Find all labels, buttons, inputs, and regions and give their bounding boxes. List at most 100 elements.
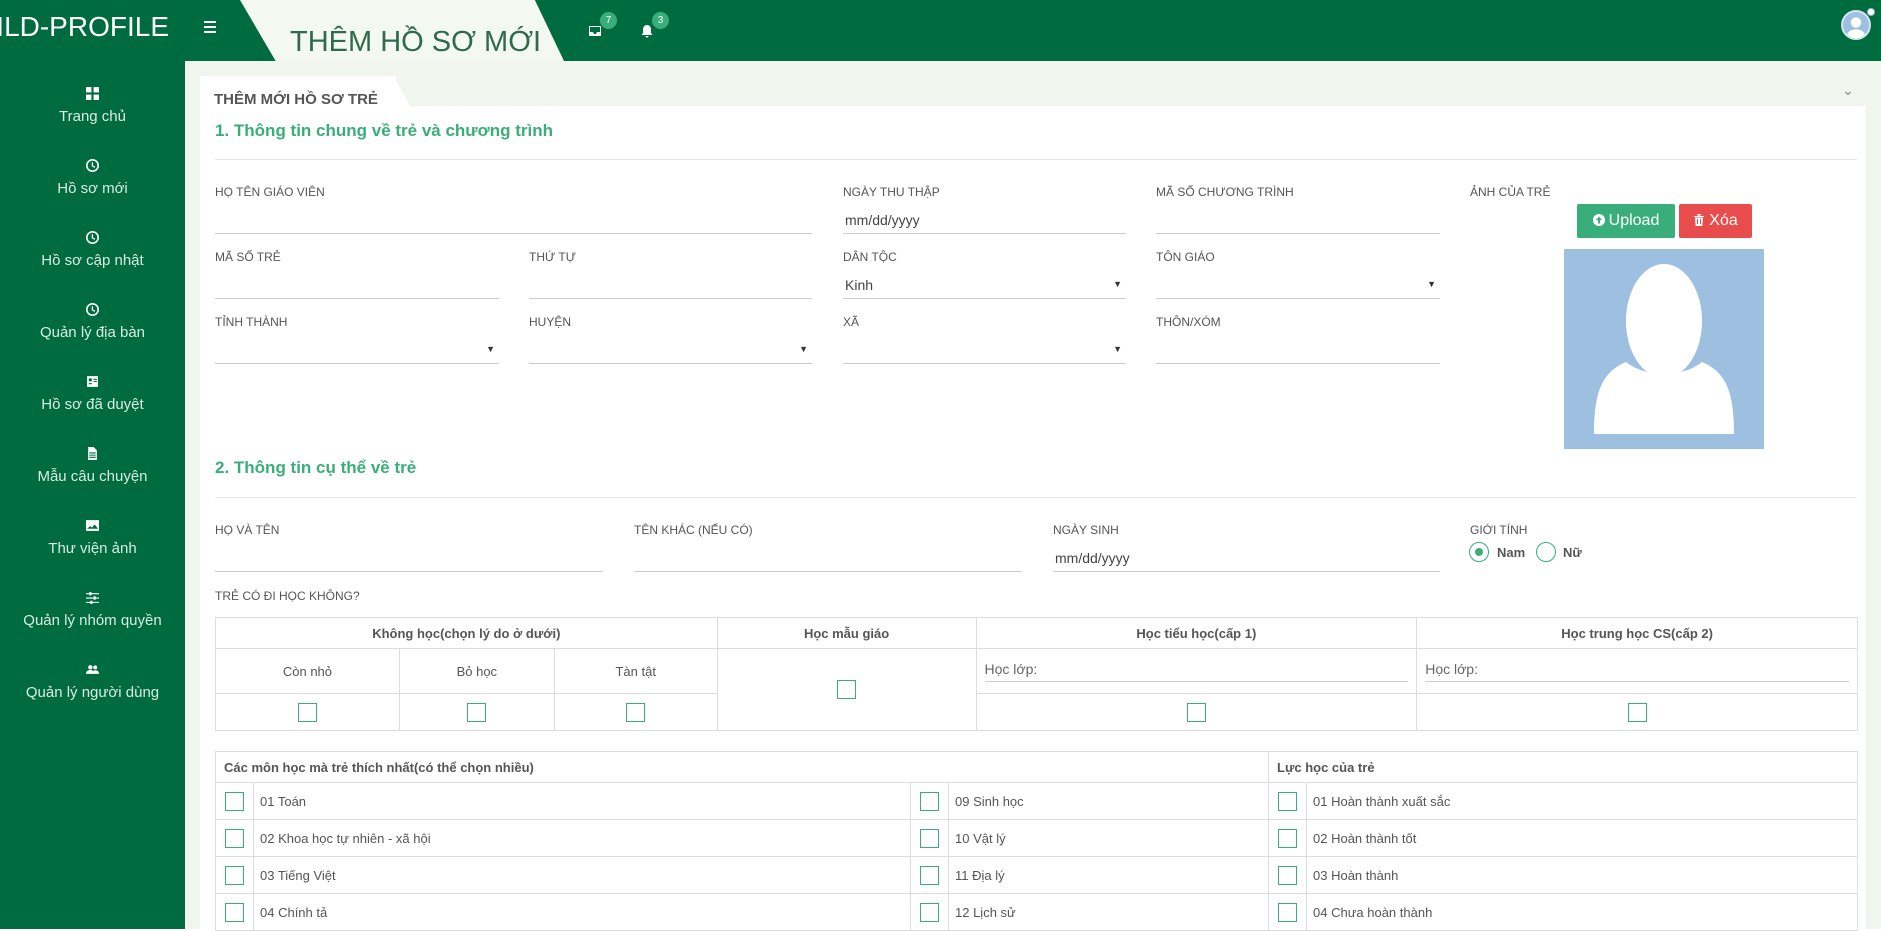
delete-photo-button[interactable]: Xóa — [1679, 204, 1752, 238]
gender-label: Giới tính — [1470, 523, 1528, 537]
dob-label: Ngày sinh — [1053, 523, 1119, 537]
performance-checkbox[interactable] — [1278, 865, 1297, 885]
subject-label: 01 Toán — [253, 782, 911, 820]
reason-young-checkbox[interactable] — [297, 702, 317, 722]
commune-select[interactable] — [843, 338, 1126, 364]
province-select[interactable] — [215, 338, 499, 364]
subject-label: 09 Sinh học — [948, 782, 1269, 820]
subject-label: 10 Vật lý — [948, 819, 1269, 857]
menu-toggle-button[interactable] — [200, 18, 220, 38]
sidebar-item-label: Trang chủ — [59, 108, 126, 125]
school-question-label: Trẻ có đi học không? — [215, 589, 360, 603]
ethnic-select[interactable]: Kinh — [843, 273, 1126, 299]
reason-young-label: Còn nhỏ — [215, 648, 400, 694]
top-navbar: CHILD-PROFILE THÊM HỒ SƠ MỚI 7 3 — [0, 0, 1881, 61]
teacher-name-input[interactable] — [215, 208, 812, 234]
sidebar-item-label: Mẫu câu chuyện — [37, 468, 148, 485]
gender-male-radio[interactable] — [1469, 542, 1489, 562]
sliders-icon — [86, 592, 99, 604]
performance-checkbox[interactable] — [1278, 828, 1297, 848]
upload-button[interactable]: Upload — [1577, 204, 1675, 238]
secondary-grade-input[interactable]: Học lớp: — [1425, 655, 1849, 682]
kindergarten-checkbox[interactable] — [837, 680, 857, 699]
messages-button[interactable]: 7 — [586, 12, 617, 42]
performance-label: 01 Hoàn thành xuất sắc — [1306, 782, 1858, 820]
reason-disabled-label: Tàn tật — [553, 648, 718, 694]
sidebar-item-home[interactable]: Trang chủ — [0, 73, 185, 133]
secondary-header: Học trung học CS(cấp 2) — [1416, 617, 1858, 649]
page-title: THÊM HỒ SƠ MỚI — [290, 26, 542, 58]
district-label: Huyện — [529, 315, 572, 329]
religion-select[interactable] — [1156, 273, 1440, 299]
performance-header: Lực học của trẻ — [1268, 751, 1858, 783]
users-icon — [86, 665, 99, 674]
sidebar-item-user-management[interactable]: Quản lý người dùng — [0, 649, 185, 709]
no-school-header: Không học(chọn lý do ở dưới) — [215, 617, 718, 649]
othername-input[interactable] — [634, 546, 1022, 572]
dob-input[interactable]: mm/dd/yyyy — [1053, 546, 1440, 572]
order-input[interactable] — [529, 273, 812, 299]
sidebar-item-new-profiles[interactable]: Hồ sơ mới — [0, 145, 185, 205]
ethnic-label: Dân tộc — [843, 250, 897, 264]
teacher-name-label: Họ tên giáo viên — [215, 185, 325, 199]
reason-dropout-checkbox[interactable] — [467, 702, 487, 722]
table-row: 03 Tiếng Việt 11 Địa lý 03 Hoàn thành — [215, 856, 1858, 894]
sidebar-item-label: Quản lý địa bàn — [39, 324, 146, 341]
village-input[interactable] — [1156, 338, 1440, 364]
fullname-input[interactable] — [215, 546, 603, 572]
program-code-input[interactable] — [1156, 208, 1440, 234]
sidebar-item-label: Hồ sơ mới — [57, 180, 128, 197]
district-select[interactable] — [529, 338, 812, 364]
subject-checkbox[interactable] — [225, 828, 244, 848]
trash-icon — [1694, 214, 1705, 226]
subject-checkbox[interactable] — [920, 865, 939, 885]
hamburger-icon — [204, 21, 216, 23]
sidebar-item-approved-profiles[interactable]: Hồ sơ đã duyệt — [0, 361, 185, 421]
sidebar-item-area-management[interactable]: Quản lý địa bàn — [0, 289, 185, 349]
child-code-label: Mã số trẻ — [215, 250, 281, 264]
fullname-label: Họ và tên — [215, 523, 280, 537]
brand-logo[interactable]: CHILD-PROFILE — [0, 0, 175, 61]
primary-checkbox[interactable] — [1186, 702, 1206, 722]
sidebar-item-story-templates[interactable]: Mẫu câu chuyện — [0, 433, 185, 493]
subject-checkbox[interactable] — [920, 791, 939, 811]
delete-button-label: Xóa — [1709, 212, 1738, 229]
user-avatar[interactable] — [1841, 10, 1871, 40]
chevron-down-icon[interactable]: ⌄ — [1840, 82, 1856, 98]
sidebar-item-label: Quản lý người dùng — [25, 684, 160, 701]
performance-checkbox[interactable] — [1278, 902, 1297, 922]
divider — [215, 497, 1857, 498]
clock-icon — [86, 159, 99, 172]
divider — [215, 159, 1857, 160]
primary-header: Học tiểu học(cấp 1) — [975, 617, 1418, 649]
notifications-button[interactable]: 3 — [638, 12, 669, 42]
performance-label: 02 Hoàn thành tốt — [1306, 819, 1858, 857]
sidebar-item-label: Quản lý nhóm quyền — [23, 612, 162, 629]
performance-checkbox[interactable] — [1278, 791, 1297, 811]
performance-label: 03 Hoàn thành — [1306, 856, 1858, 894]
subject-checkbox[interactable] — [225, 902, 244, 922]
subject-checkbox[interactable] — [225, 791, 244, 811]
reason-dropout-label: Bỏ học — [398, 648, 555, 694]
primary-grade-input[interactable]: Học lớp: — [984, 655, 1409, 682]
child-code-input[interactable] — [215, 273, 499, 299]
subject-checkbox[interactable] — [920, 902, 939, 922]
sidebar-item-updated-profiles[interactable]: Hồ sơ cập nhật — [0, 217, 185, 277]
secondary-checkbox[interactable] — [1627, 702, 1647, 722]
subject-checkbox[interactable] — [920, 828, 939, 848]
subject-label: 12 Lịch sử — [948, 893, 1269, 931]
table-row: 01 Toán 09 Sinh học 01 Hoàn thành xuất s… — [215, 782, 1858, 820]
document-icon — [88, 447, 97, 460]
collect-date-input[interactable]: mm/dd/yyyy — [843, 208, 1126, 234]
upload-button-label: Upload — [1608, 212, 1660, 229]
sidebar-item-photo-library[interactable]: Thư viện ảnh — [0, 505, 185, 565]
subject-checkbox[interactable] — [225, 865, 244, 885]
reason-disabled-checkbox[interactable] — [626, 702, 646, 722]
child-photo-placeholder — [1564, 249, 1764, 449]
sidebar-item-permission-groups[interactable]: Quản lý nhóm quyền — [0, 577, 185, 637]
gender-female-radio[interactable] — [1536, 542, 1556, 562]
inbox-icon — [589, 26, 601, 36]
table-row: 02 Khoa học tự nhiên - xã hội 10 Vật lý … — [215, 819, 1858, 857]
sidebar-item-label: Hồ sơ đã duyệt — [41, 396, 144, 413]
order-label: Thứ tự — [529, 250, 576, 264]
